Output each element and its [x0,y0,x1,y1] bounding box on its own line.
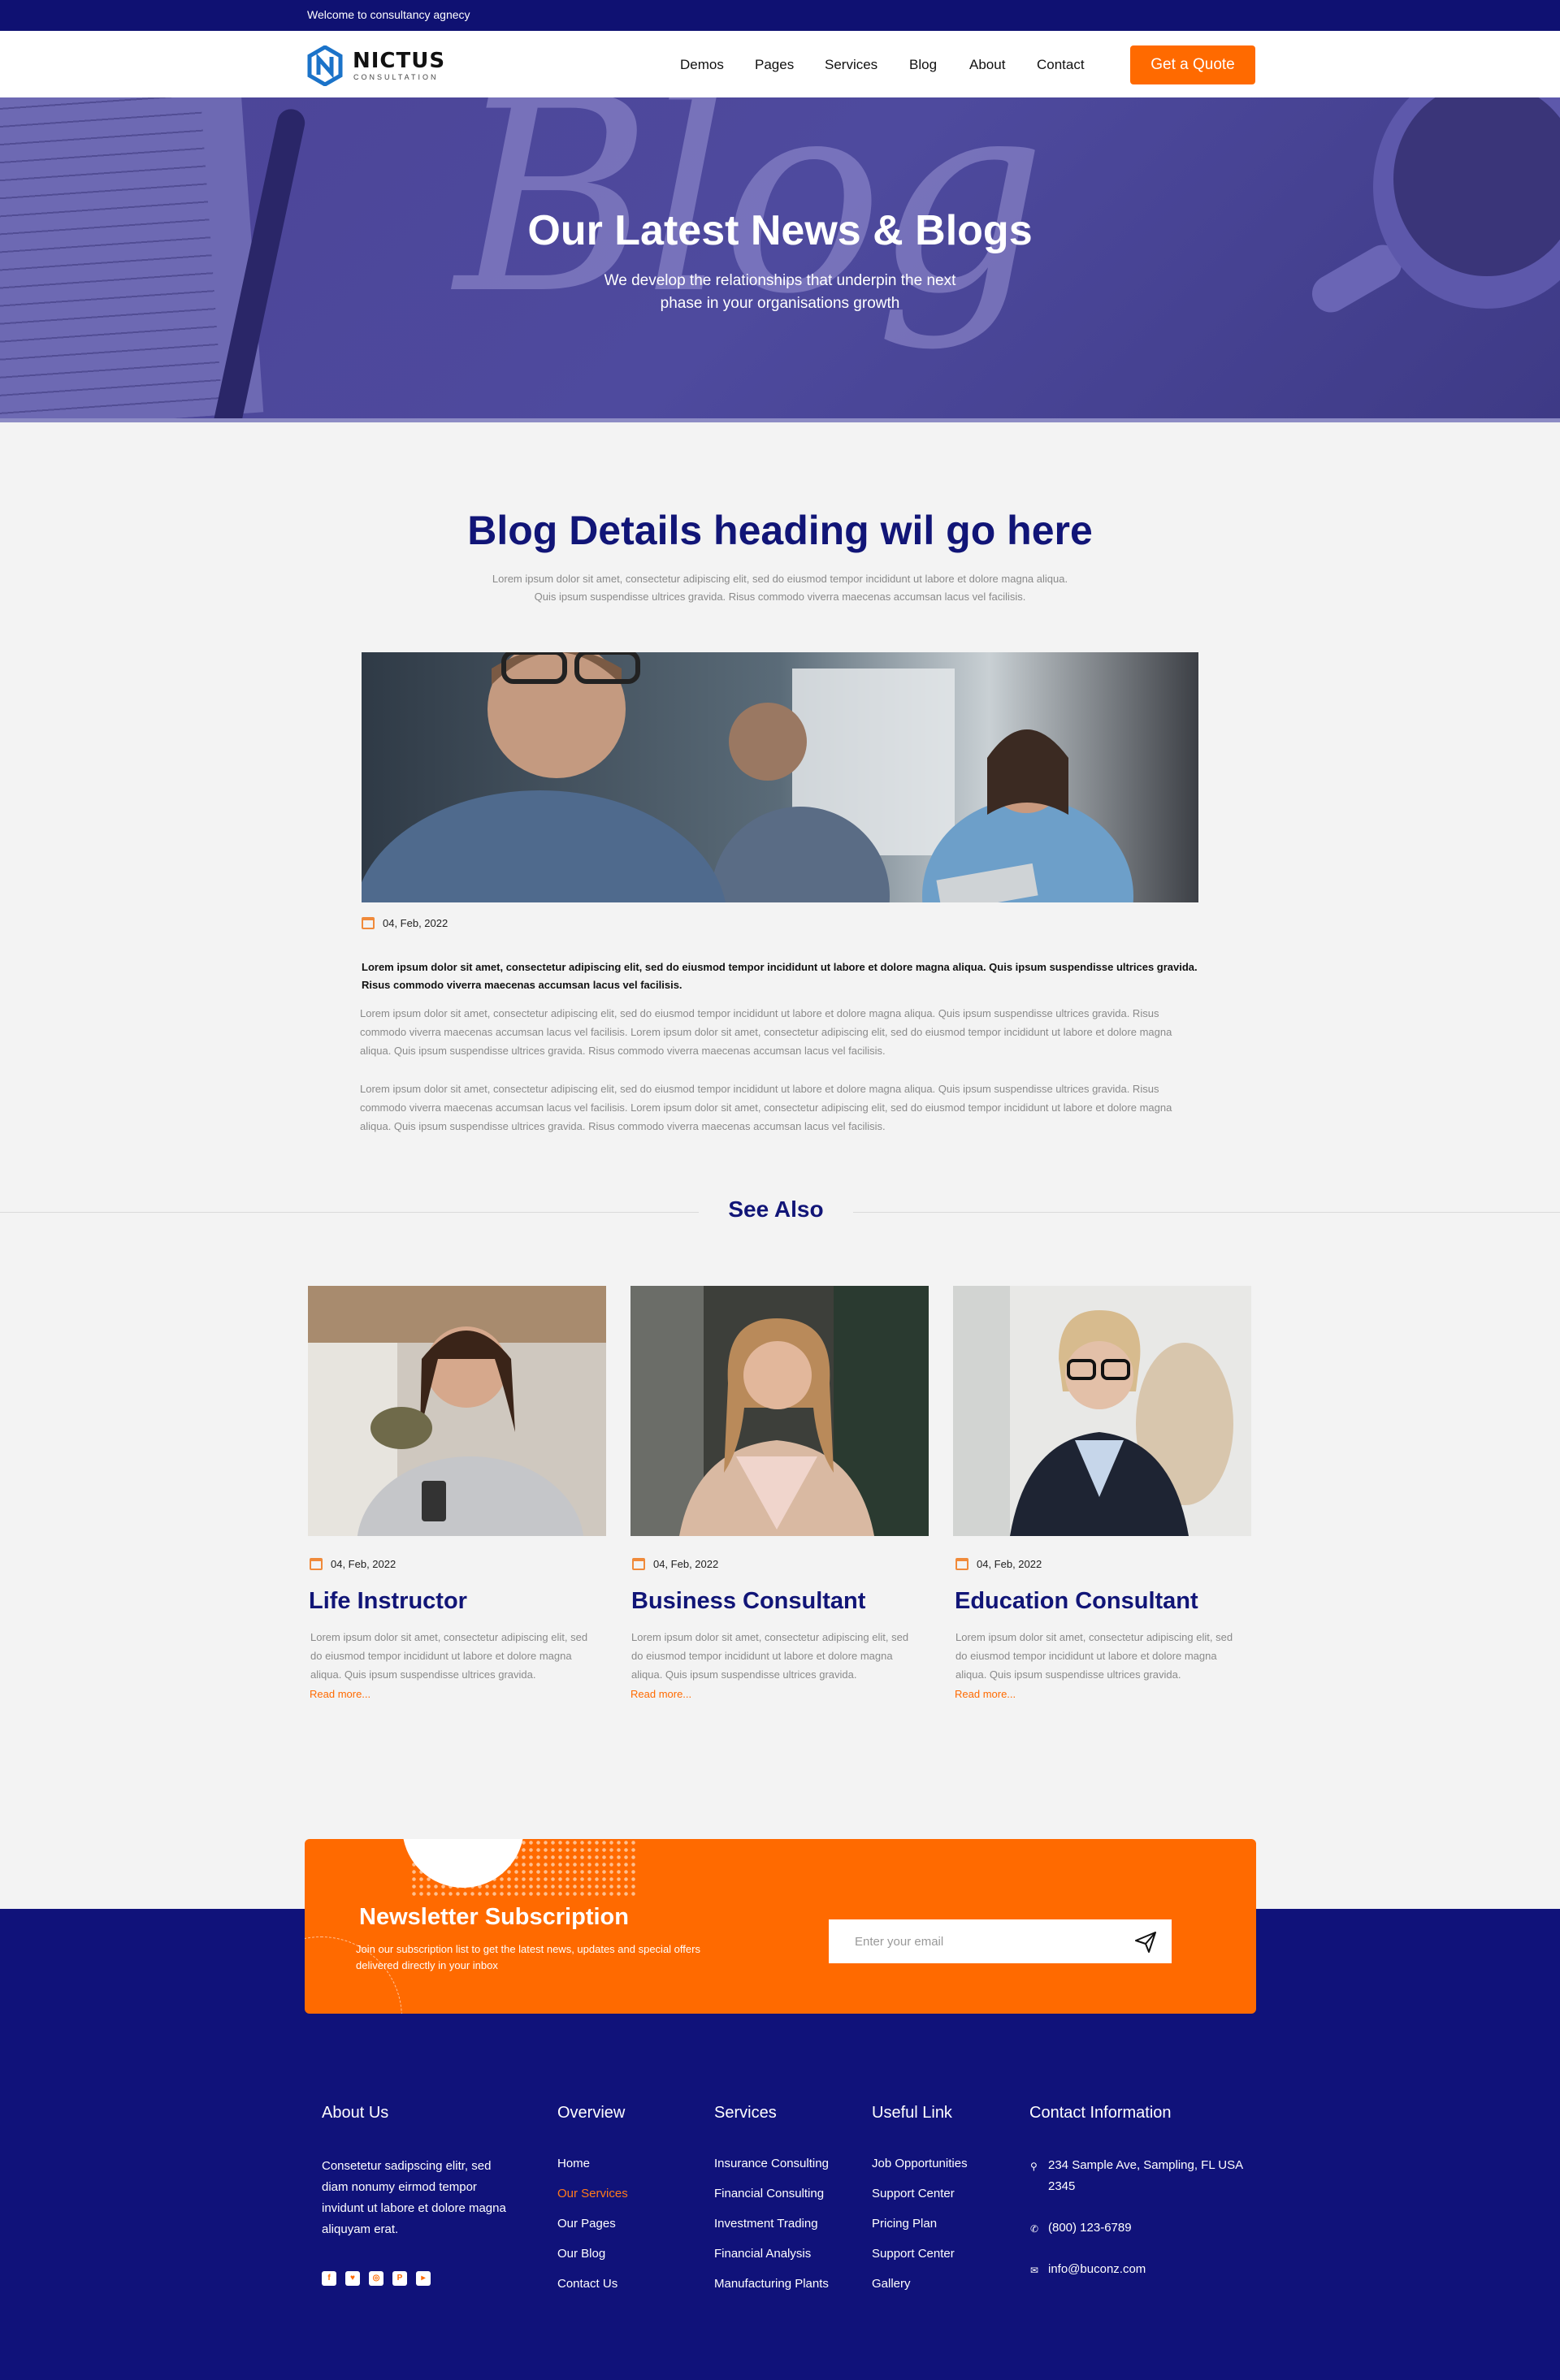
footer-link-useful[interactable]: Pricing Plan [872,2217,937,2231]
footer-link-contact-us[interactable]: Contact Us [557,2277,618,2291]
card-text: Lorem ipsum dolor sit amet, consectetur … [956,1631,1233,1681]
location-icon: ⚲ [1030,2161,1038,2172]
footer-link-our-pages[interactable]: Our Pages [557,2217,616,2231]
card-date-text: 04, Feb, 2022 [977,1558,1042,1570]
woman-business-photo [630,1286,929,1536]
blog-intro-line: Lorem ipsum dolor sit amet, consectetur … [492,573,1068,585]
card-date: 04, Feb, 2022 [632,1557,795,1572]
card-image[interactable] [953,1286,1251,1536]
footer-about-text: Consetetur sadipscing elitr, sed diam no… [322,2159,506,2236]
footer-link-service[interactable]: Financial Consulting [714,2187,824,2200]
read-more-link[interactable]: Read more... [310,1688,370,1700]
footer-heading-useful: Useful Link [872,2104,952,2122]
blog-lead-paragraph: Lorem ipsum dolor sit amet, consectetur … [362,961,1198,991]
get-a-quote-button[interactable]: Get a Quote [1130,45,1255,84]
card-title[interactable]: Life Instructor [309,1588,467,1615]
pinterest-icon[interactable]: P [392,2271,407,2286]
woman-glasses-photo [953,1286,1251,1536]
logo-name: NICTUS [353,49,446,73]
card-text: Lorem ipsum dolor sit amet, consectetur … [631,1631,909,1681]
nav-about[interactable]: About [969,57,1005,73]
footer-heading-contact: Contact Information [1029,2104,1172,2122]
logo-subtitle: CONSULTATION [353,73,439,81]
blog-heading: Blog Details heading wil go here [467,508,1093,553]
hero-subtitle-line: phase in your organisations growth [660,295,900,312]
heart-icon[interactable]: ♥ [345,2271,360,2286]
nav-contact[interactable]: Contact [1037,57,1085,73]
youtube-icon[interactable]: ▸ [416,2271,431,2286]
blog-paragraph: Lorem ipsum dolor sit amet, consectetur … [360,1083,1172,1132]
phone-icon: ✆ [1030,2223,1039,2235]
calendar-icon [956,1558,968,1570]
blog-date-text: 04, Feb, 2022 [383,917,448,929]
hero-divider [0,418,1560,422]
blog-paragraph: Lorem ipsum dolor sit amet, consectetur … [360,1007,1172,1057]
header: NICTUS CONSULTATION Demos Pages Services… [0,31,1560,97]
footer-link-service[interactable]: Financial Analysis [714,2247,811,2261]
instagram-icon[interactable]: ◎ [369,2271,384,2286]
woman-coffee-photo [308,1286,606,1536]
footer-address: 234 Sample Ave, Sampling, FL USA 2345 [1048,2158,1243,2193]
read-more-link[interactable]: Read more... [955,1688,1016,1700]
calendar-icon [362,917,375,929]
footer-heading-services: Services [714,2104,777,2122]
see-also-title: See Also [728,1196,824,1222]
newsletter-box: Newsletter Subscription Join our subscri… [305,1839,1256,2014]
calendar-icon [632,1558,645,1570]
facebook-icon[interactable]: f [322,2271,336,2286]
footer-link-useful[interactable]: Support Center [872,2187,955,2200]
calendar-icon [310,1558,323,1570]
card-date-text: 04, Feb, 2022 [653,1558,719,1570]
nav-services[interactable]: Services [825,57,878,73]
card-title[interactable]: Education Consultant [955,1588,1198,1615]
welcome-text: Welcome to consultancy agnecy [307,8,470,21]
card-date-text: 04, Feb, 2022 [331,1558,396,1570]
newsletter-text: Join our subscription list to get the la… [356,1943,700,1971]
card-title[interactable]: Business Consultant [631,1588,865,1615]
blog-date: 04, Feb, 2022 [362,916,524,931]
nav-blog[interactable]: Blog [909,57,937,73]
footer-link-useful[interactable]: Job Opportunities [872,2157,968,2170]
hero-subtitle: We develop the relationships that underp… [0,270,1560,315]
footer-heading-about: About Us [322,2104,389,2122]
footer-link-home[interactable]: Home [557,2157,590,2170]
nav-demos[interactable]: Demos [680,57,724,73]
paper-plane-icon[interactable] [1133,1930,1158,1954]
logo[interactable]: NICTUS CONSULTATION [307,45,453,86]
footer-heading-overview: Overview [557,2104,626,2122]
footer-link-our-services[interactable]: Our Services [557,2187,628,2200]
footer-link-service[interactable]: Manufacturing Plants [714,2277,829,2291]
card-text: Lorem ipsum dolor sit amet, consectetur … [310,1631,588,1681]
card-image[interactable] [630,1286,929,1536]
footer-link-useful[interactable]: Gallery [872,2277,911,2291]
nav-pages[interactable]: Pages [755,57,794,73]
footer-phone[interactable]: (800) 123-6789 [1048,2218,1259,2239]
hero-title: Our Latest News & Blogs [527,207,1033,254]
card-date: 04, Feb, 2022 [310,1557,472,1572]
divider-line [0,1212,699,1213]
read-more-link[interactable]: Read more... [630,1688,691,1700]
card-image[interactable] [308,1286,606,1536]
newsletter-email-input[interactable] [829,1919,1172,1963]
office-meeting-photo [362,652,1198,902]
footer-link-useful[interactable]: Support Center [872,2247,955,2261]
blog-intro: Lorem ipsum dolor sit amet, consectetur … [455,570,1105,606]
hero-subtitle-line: We develop the relationships that underp… [604,272,956,289]
divider-line [853,1212,1560,1213]
top-bar: Welcome to consultancy agnecy [0,0,1560,31]
card-date: 04, Feb, 2022 [956,1557,1118,1572]
mail-icon: ✉ [1030,2265,1039,2276]
footer-link-service[interactable]: Insurance Consulting [714,2157,829,2170]
footer-link-service[interactable]: Investment Trading [714,2217,818,2231]
logo-hexagon-icon [307,45,343,86]
newsletter-title: Newsletter Subscription [359,1904,629,1930]
footer-email[interactable]: info@buconz.com [1048,2259,1259,2280]
hero-banner: Blog Our Latest News & Blogs We develop … [0,97,1560,422]
blog-intro-line: Quis ipsum suspendisse ultrices gravida.… [534,591,1026,603]
blog-main-image [362,652,1198,902]
footer-link-our-blog[interactable]: Our Blog [557,2247,605,2261]
